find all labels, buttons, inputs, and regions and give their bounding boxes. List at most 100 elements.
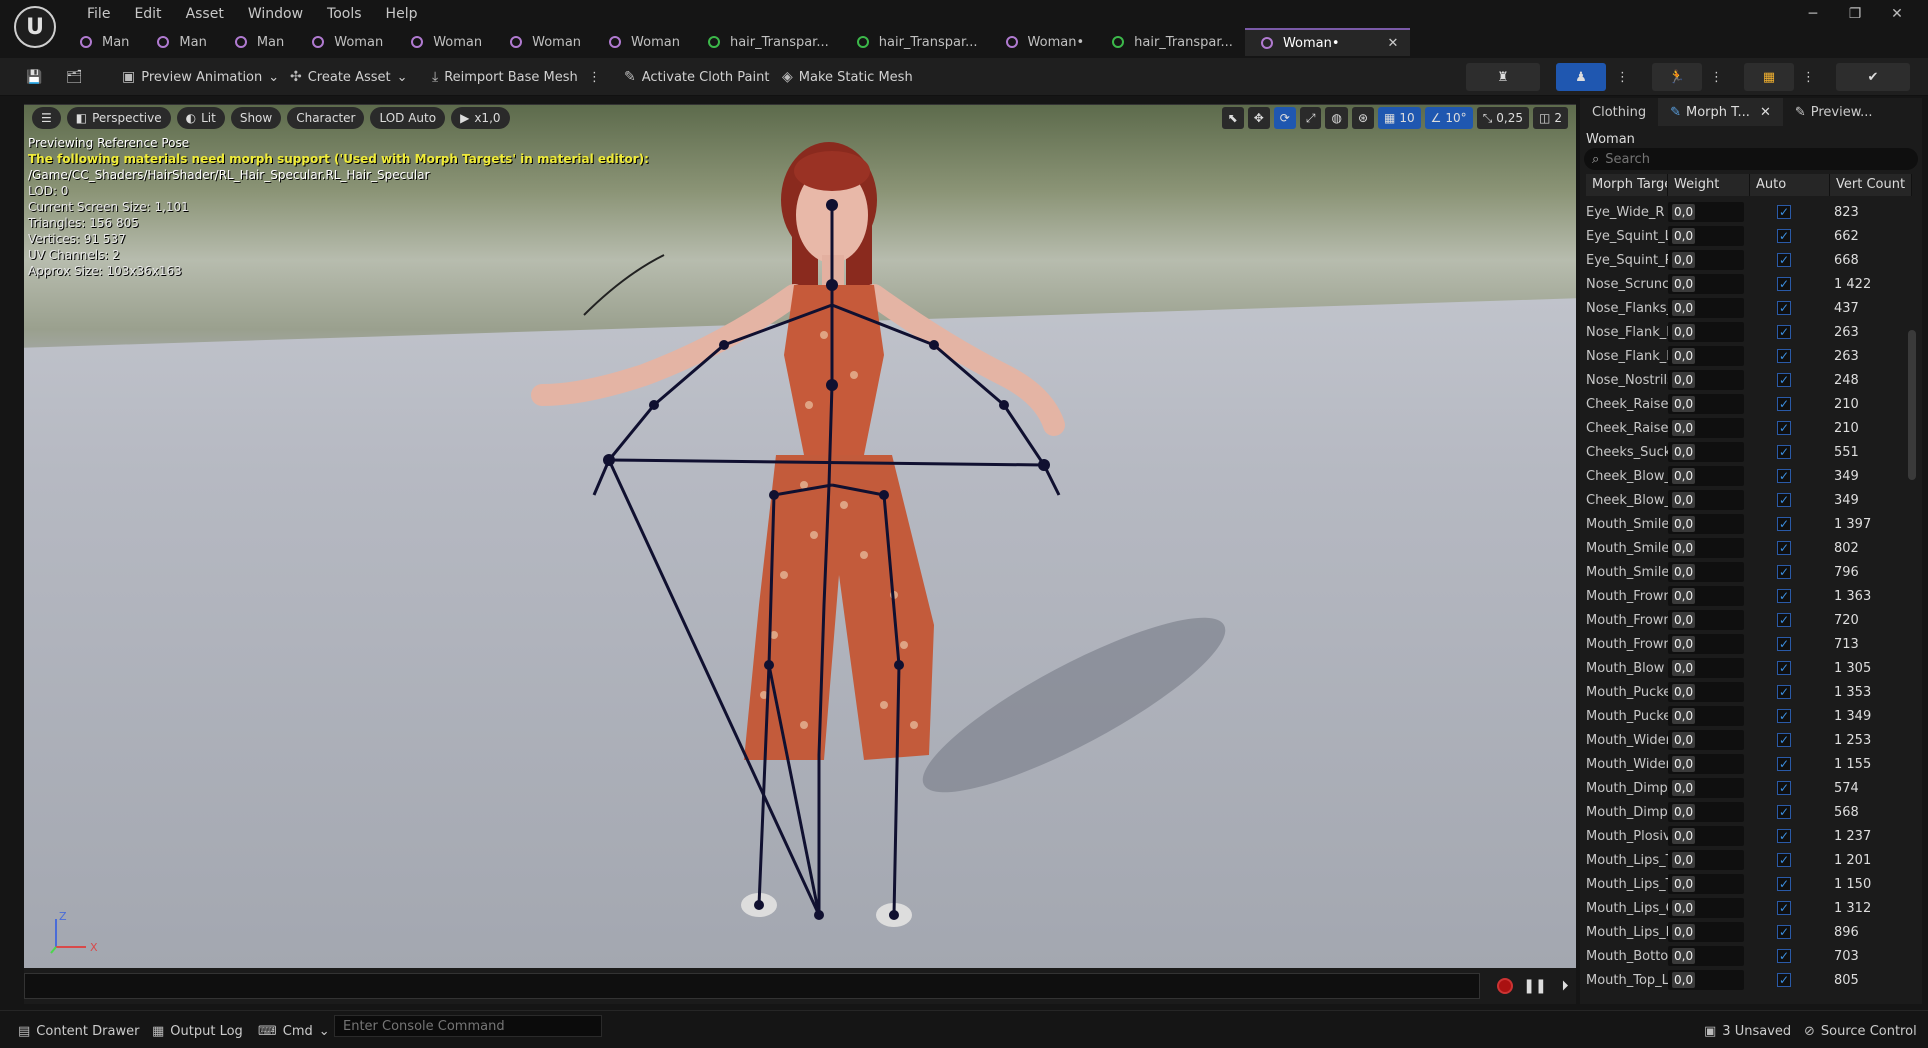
menu-help[interactable]: Help <box>374 4 430 24</box>
list-item[interactable]: Mouth_Pucker 0,0 ✓ 1 349 <box>1586 704 1912 728</box>
save-icon[interactable]: 💾 <box>26 66 42 88</box>
auto-checkbox[interactable]: ✓ <box>1777 949 1791 963</box>
menu-tools[interactable]: Tools <box>315 4 374 24</box>
auto-checkbox[interactable]: ✓ <box>1777 301 1791 315</box>
auto-checkbox[interactable]: ✓ <box>1777 781 1791 795</box>
record-button[interactable] <box>1494 975 1516 997</box>
weight-field[interactable]: 0,0 <box>1668 826 1744 846</box>
auto-checkbox[interactable]: ✓ <box>1777 853 1791 867</box>
browse-icon[interactable]: 🗂 <box>66 66 83 88</box>
mesh-editor-button[interactable]: ♟ <box>1556 63 1606 91</box>
character-button[interactable]: Character <box>287 107 365 129</box>
tab-document[interactable]: hair_Transpar... <box>692 28 841 56</box>
reimport-button[interactable]: ⤓ Reimport Base Mesh <box>432 66 578 88</box>
weight-field[interactable]: 0,0 <box>1668 778 1744 798</box>
tab-document[interactable]: Woman <box>494 28 593 56</box>
create-asset-button[interactable]: ✣ Create Asset ⌄ <box>290 66 408 88</box>
close-tab-icon[interactable]: ✕ <box>1388 36 1399 51</box>
weight-field[interactable]: 0,0 <box>1668 922 1744 942</box>
auto-checkbox[interactable]: ✓ <box>1777 517 1791 531</box>
select-mode-button[interactable]: ⬉ <box>1221 107 1244 129</box>
list-item[interactable]: Mouth_Pucker 0,0 ✓ 1 353 <box>1586 680 1912 704</box>
weight-field[interactable]: 0,0 <box>1668 946 1744 966</box>
weight-field[interactable]: 0,0 <box>1668 466 1744 486</box>
local-space-button[interactable]: ◍ <box>1325 107 1348 129</box>
tab-document[interactable]: Woman• <box>990 28 1097 56</box>
step-forward-button[interactable]: ⏵ <box>1554 975 1576 997</box>
auto-checkbox[interactable]: ✓ <box>1777 229 1791 243</box>
unreal-logo-icon[interactable]: U <box>14 6 56 48</box>
tab-document[interactable]: Man <box>219 28 296 56</box>
column-auto[interactable]: Auto <box>1750 174 1830 196</box>
list-item[interactable]: Mouth_Lips_T 0,0 ✓ 1 150 <box>1586 872 1912 896</box>
auto-checkbox[interactable]: ✓ <box>1777 901 1791 915</box>
list-item[interactable]: Cheeks_Suck 0,0 ✓ 551 <box>1586 440 1912 464</box>
auto-checkbox[interactable]: ✓ <box>1777 757 1791 771</box>
column-vert-count[interactable]: Vert Count <box>1830 174 1912 196</box>
auto-checkbox[interactable]: ✓ <box>1777 925 1791 939</box>
list-item[interactable]: Nose_Flank_R 0,0 ✓ 263 <box>1586 320 1912 344</box>
blueprint-editor-button[interactable]: ▦ <box>1744 63 1794 91</box>
weight-field[interactable]: 0,0 <box>1668 322 1744 342</box>
list-item[interactable]: Mouth_Dimple0,0 ✓ 568 <box>1586 800 1912 824</box>
morph-search[interactable]: ⌕ <box>1584 148 1918 170</box>
list-item[interactable]: Mouth_Widen 0,0 ✓ 1 253 <box>1586 728 1912 752</box>
weight-field[interactable]: 0,0 <box>1668 538 1744 558</box>
auto-checkbox[interactable]: ✓ <box>1777 685 1791 699</box>
more-options-icon[interactable]: ⋮ <box>1802 66 1815 88</box>
weight-field[interactable]: 0,0 <box>1668 682 1744 702</box>
tab-document[interactable]: Woman <box>395 28 494 56</box>
preview-viewport[interactable]: ☰ ◧ Perspective ◐ Lit Show Character LOD A… <box>24 104 1576 968</box>
tab-document[interactable]: Man <box>64 28 141 56</box>
list-item[interactable]: Mouth_Frown 0,0 ✓ 1 363 <box>1586 584 1912 608</box>
restore-icon[interactable]: ❐ <box>1834 4 1876 24</box>
list-item[interactable]: Cheek_Blow_L0,0 ✓ 349 <box>1586 464 1912 488</box>
lit-button[interactable]: ◐ Lit <box>176 107 225 129</box>
search-input[interactable] <box>1605 151 1886 167</box>
weight-field[interactable]: 0,0 <box>1668 754 1744 774</box>
camera-speed-button[interactable]: ◫ 2 <box>1533 107 1568 129</box>
skeleton-editor-button[interactable]: ♜ <box>1466 63 1540 91</box>
weight-field[interactable]: 0,0 <box>1668 370 1744 390</box>
tab-document[interactable]: hair_Transpar... <box>841 28 990 56</box>
scrollbar[interactable] <box>1908 330 1916 480</box>
perspective-button[interactable]: ◧ Perspective <box>66 107 171 129</box>
scale-button[interactable]: ⤢ <box>1299 107 1322 129</box>
list-item[interactable]: Mouth_Smile 0,0 ✓ 1 397 <box>1586 512 1912 536</box>
minimize-icon[interactable]: ─ <box>1792 4 1834 24</box>
auto-checkbox[interactable]: ✓ <box>1777 373 1791 387</box>
weight-field[interactable]: 0,0 <box>1668 418 1744 438</box>
weight-field[interactable]: 0,0 <box>1668 970 1744 990</box>
list-item[interactable]: Mouth_Lips_P 0,0 ✓ 896 <box>1586 920 1912 944</box>
list-item[interactable]: Cheek_Raise_ 0,0 ✓ 210 <box>1586 416 1912 440</box>
output-log-button[interactable]: ▦ Output Log <box>152 1021 243 1041</box>
auto-checkbox[interactable]: ✓ <box>1777 637 1791 651</box>
list-item[interactable]: Nose_Flanks_ 0,0 ✓ 437 <box>1586 296 1912 320</box>
list-item[interactable]: Mouth_Dimple0,0 ✓ 574 <box>1586 776 1912 800</box>
list-item[interactable]: Nose_Nostrils 0,0 ✓ 248 <box>1586 368 1912 392</box>
weight-field[interactable]: 0,0 <box>1668 586 1744 606</box>
list-item[interactable]: Eye_Squint_L 0,0 ✓ 662 <box>1586 224 1912 248</box>
animation-editor-button[interactable]: 🏃 <box>1652 63 1702 91</box>
weight-field[interactable]: 0,0 <box>1668 298 1744 318</box>
auto-checkbox[interactable]: ✓ <box>1777 541 1791 555</box>
tab-clothing[interactable]: Clothing <box>1580 98 1658 126</box>
weight-field[interactable]: 0,0 <box>1668 850 1744 870</box>
weight-field[interactable]: 0,0 <box>1668 274 1744 294</box>
list-item[interactable]: Mouth_Widen_0,0 ✓ 1 155 <box>1586 752 1912 776</box>
auto-checkbox[interactable]: ✓ <box>1777 253 1791 267</box>
auto-checkbox[interactable]: ✓ <box>1777 613 1791 627</box>
auto-checkbox[interactable]: ✓ <box>1777 421 1791 435</box>
rotate-button[interactable]: ⟳ <box>1273 107 1296 129</box>
weight-field[interactable]: 0,0 <box>1668 730 1744 750</box>
weight-field[interactable]: 0,0 <box>1668 490 1744 510</box>
weight-field[interactable]: 0,0 <box>1668 202 1744 222</box>
list-item[interactable]: Nose_Flank_R 0,0 ✓ 263 <box>1586 344 1912 368</box>
content-drawer-button[interactable]: ▤ Content Drawer <box>18 1021 139 1041</box>
auto-checkbox[interactable]: ✓ <box>1777 325 1791 339</box>
weight-field[interactable]: 0,0 <box>1668 706 1744 726</box>
play-rate-button[interactable]: ▶ x1,0 <box>451 107 510 129</box>
more-options-icon[interactable]: ⋮ <box>1710 66 1723 88</box>
angle-snap-button[interactable]: ∠ 10° <box>1424 107 1473 129</box>
viewport-options-button[interactable]: ☰ <box>32 107 61 129</box>
